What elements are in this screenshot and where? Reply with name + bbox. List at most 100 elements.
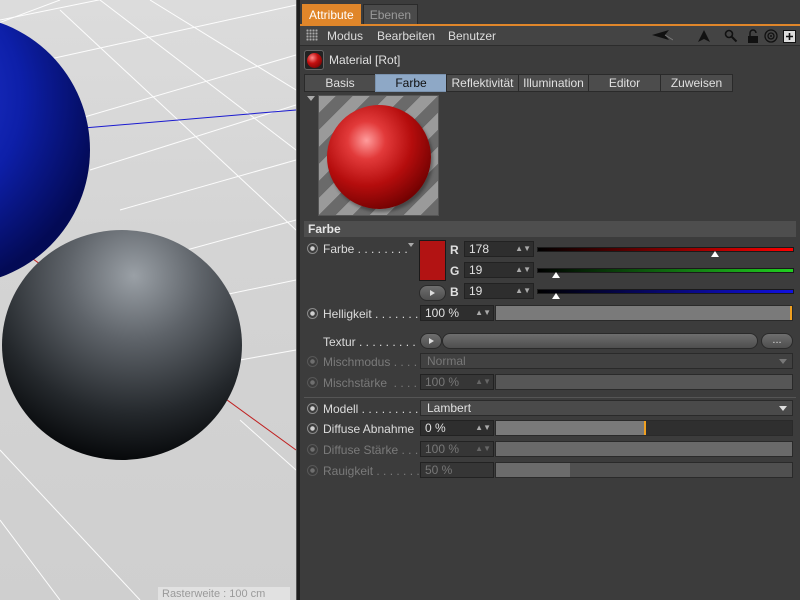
label-mischmodus: Mischmodus . . . . — [323, 355, 418, 369]
channel-g-slider[interactable] — [537, 268, 794, 273]
label-rauigkeit: Rauigkeit . . . . . . . — [323, 464, 420, 478]
modell-dropdown[interactable]: Lambert — [420, 400, 793, 416]
menu-modus[interactable]: Modus — [327, 28, 363, 44]
spin-arrows-icon[interactable]: ▲▼ — [475, 421, 491, 435]
channel-b-field[interactable]: 19 ▲▼ — [464, 283, 534, 299]
diffuse-staerke-slider[interactable] — [495, 441, 793, 457]
subtab-basis[interactable]: Basis — [304, 74, 376, 92]
grid-spacing-status: Rasterweite : 100 cm — [158, 587, 290, 600]
object-header: Material [Rot] — [300, 47, 800, 73]
color-mode-arrow-icon[interactable] — [408, 243, 414, 247]
diffuse-abnahme-slider-handle[interactable] — [644, 421, 646, 435]
rauigkeit-field[interactable]: 50 % — [420, 462, 494, 478]
grey-sphere — [2, 230, 242, 460]
modell-value: Lambert — [427, 401, 472, 415]
color-options-button[interactable] — [419, 285, 446, 301]
mischstaerke-field[interactable]: 100 % ▲▼ — [420, 374, 494, 390]
color-swatch[interactable] — [419, 240, 446, 281]
channel-r-value: 178 — [469, 242, 490, 256]
mischstaerke-slider[interactable] — [495, 374, 793, 390]
helligkeit-slider-fill — [496, 306, 792, 320]
subtab-editor[interactable]: Editor — [588, 74, 661, 92]
attribute-manager: Attribute Ebenen Modus Bearbeiten Benutz… — [300, 0, 800, 600]
texture-browse-button[interactable]: ... — [761, 333, 793, 349]
texture-field[interactable] — [442, 333, 758, 349]
subtab-farbe[interactable]: Farbe — [375, 74, 447, 92]
channel-g-field[interactable]: 19 ▲▼ — [464, 262, 534, 278]
channel-r-slider[interactable] — [537, 247, 794, 252]
target-icon[interactable] — [763, 28, 779, 44]
diffuse-staerke-field[interactable]: 100 % ▲▼ — [420, 441, 494, 457]
animate-radio-modell[interactable] — [307, 403, 318, 414]
label-modell: Modell . . . . . . . . . — [323, 402, 419, 416]
channel-g-label: G — [450, 264, 460, 278]
menu-bar: Modus Bearbeiten Benutzer — [300, 26, 800, 46]
label-mischstaerke: Mischstärke . . . . — [323, 376, 418, 390]
search-icon[interactable] — [723, 28, 739, 44]
animate-radio-mischmodus[interactable] — [307, 356, 318, 367]
preview-menu-arrow-icon[interactable] — [307, 96, 315, 101]
subtab-zuweisen[interactable]: Zuweisen — [660, 74, 733, 92]
channel-b-value: 19 — [469, 284, 483, 298]
animate-radio-rauigkeit[interactable] — [307, 465, 318, 476]
spin-arrows-icon[interactable]: ▲▼ — [475, 375, 491, 389]
label-farbe: Farbe . . . . . . . . — [323, 242, 408, 256]
object-title: Material [Rot] — [329, 53, 401, 67]
tab-ebenen[interactable]: Ebenen — [362, 4, 419, 24]
separator — [304, 397, 796, 398]
rauigkeit-value: 50 % — [425, 463, 453, 477]
helligkeit-slider-handle[interactable] — [790, 306, 792, 320]
viewport-scene — [0, 0, 296, 600]
material-subtabs: Basis Farbe Reflektivität Illumination E… — [304, 74, 733, 92]
subtab-illumination[interactable]: Illumination — [518, 74, 589, 92]
diffuse-abnahme-field[interactable]: 0 % ▲▼ — [420, 420, 494, 436]
preview-sphere — [327, 105, 431, 209]
helligkeit-value: 100 % — [425, 306, 460, 320]
grip-icon[interactable] — [306, 29, 318, 41]
subtab-reflektivitaet[interactable]: Reflektivität — [446, 74, 519, 92]
menu-bearbeiten[interactable]: Bearbeiten — [377, 28, 435, 44]
channel-r-field[interactable]: 178 ▲▼ — [464, 241, 534, 257]
spin-arrows-icon[interactable]: ▲▼ — [515, 242, 531, 256]
animate-radio-mischstaerke[interactable] — [307, 377, 318, 388]
helligkeit-slider[interactable] — [495, 305, 793, 321]
axis-z-line — [59, 109, 296, 131]
channel-b-handle[interactable] — [552, 293, 561, 299]
arrow-left-icon[interactable] — [650, 28, 674, 44]
lock-icon[interactable] — [745, 28, 761, 44]
channel-b-slider[interactable] — [537, 289, 794, 294]
new-panel-icon[interactable] — [781, 28, 797, 44]
spin-arrows-icon[interactable]: ▲▼ — [475, 306, 491, 320]
animate-radio-helligkeit[interactable] — [307, 308, 318, 319]
channel-b-label: B — [450, 285, 459, 299]
spin-arrows-icon[interactable]: ▲▼ — [475, 442, 491, 456]
channel-g-value: 19 — [469, 263, 483, 277]
texture-menu-button[interactable] — [420, 333, 442, 349]
label-diffuse-abnahme: Diffuse Abnahme — [323, 422, 415, 436]
spin-arrows-icon[interactable]: ▲▼ — [515, 263, 531, 277]
tab-attribute[interactable]: Attribute — [302, 4, 361, 24]
mischmodus-dropdown[interactable]: Normal — [420, 353, 793, 369]
animate-radio-diffuse-staerke[interactable] — [307, 444, 318, 455]
animate-radio-farbe[interactable] — [307, 243, 318, 254]
chevron-down-icon — [779, 406, 787, 411]
channel-r-handle[interactable] — [710, 251, 719, 257]
channel-r-label: R — [450, 243, 459, 257]
diffuse-staerke-value: 100 % — [425, 442, 460, 456]
diffuse-abnahme-slider[interactable] — [495, 420, 793, 436]
rauigkeit-slider[interactable] — [495, 462, 793, 478]
animate-radio-diffuse-abnahme[interactable] — [307, 423, 318, 434]
helligkeit-field[interactable]: 100 % ▲▼ — [420, 305, 494, 321]
mischstaerke-value: 100 % — [425, 375, 460, 389]
label-helligkeit: Helligkeit . . . . . . . — [323, 307, 419, 321]
section-header-farbe: Farbe — [304, 221, 796, 237]
rauigkeit-slider-fill — [496, 463, 570, 477]
menu-benutzer[interactable]: Benutzer — [448, 28, 496, 44]
mischmodus-value: Normal — [427, 354, 466, 368]
material-preview[interactable] — [318, 95, 439, 216]
channel-g-handle[interactable] — [552, 272, 561, 278]
diffuse-abnahme-slider-fill — [496, 421, 644, 435]
viewport[interactable]: Rasterweite : 100 cm — [0, 0, 296, 600]
arrow-up-icon[interactable] — [696, 28, 712, 44]
spin-arrows-icon[interactable]: ▲▼ — [515, 284, 531, 298]
